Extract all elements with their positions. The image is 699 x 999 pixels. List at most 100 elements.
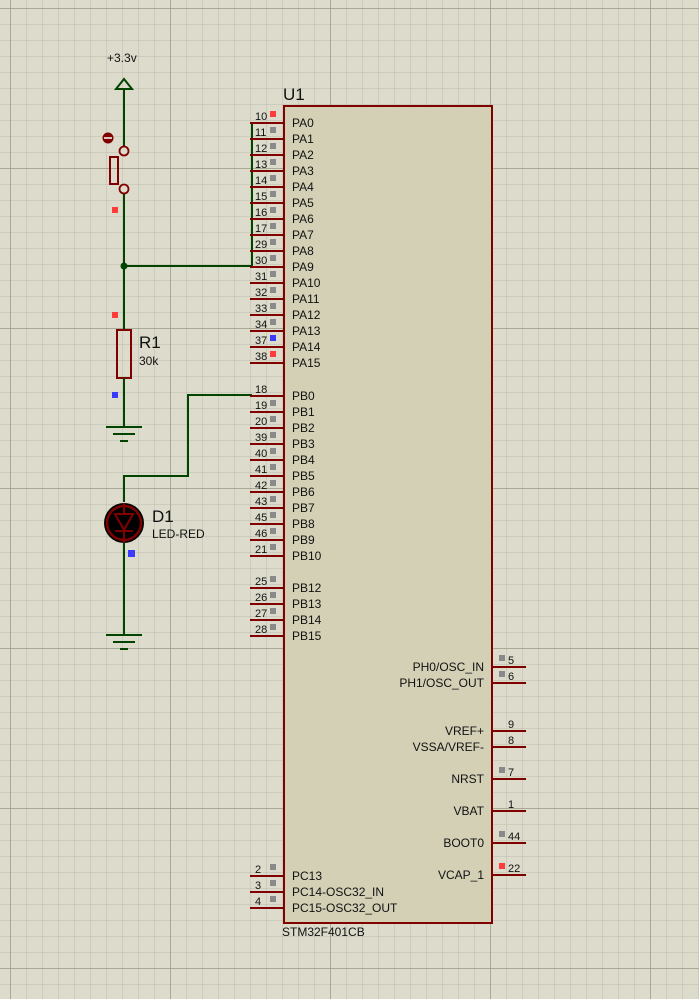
pin-state-indicator: [270, 319, 276, 325]
pin-number: 16: [255, 207, 267, 219]
pin-number: 12: [255, 143, 267, 155]
mcu-u1[interactable]: U1 STM32F401CB 10 PA011 PA112 PA213 PA314 PA4…: [250, 85, 526, 939]
resistor-body: [116, 329, 132, 379]
pin-name: PA0: [292, 116, 314, 130]
pin-state-indicator: [270, 223, 276, 229]
button-state-indicator: [112, 207, 118, 213]
pin-state-indicator: [270, 496, 276, 502]
resistor-ref: R1: [139, 333, 161, 352]
button-body: [109, 156, 119, 185]
pin-number: 42: [255, 480, 267, 492]
power-arrow-icon: [113, 77, 135, 90]
pin-number: 11: [255, 127, 266, 139]
led-state-indicator: [128, 550, 135, 557]
pin-state-indicator: [270, 896, 276, 902]
pin-state-indicator: [270, 351, 276, 357]
pin-state-indicator: [270, 143, 276, 149]
pin-name: PA1: [292, 132, 314, 146]
pin-name: PA7: [292, 228, 314, 242]
pin-name: PB12: [292, 581, 322, 595]
pin-state-indicator: [270, 271, 276, 277]
pin-name: PB8: [292, 517, 315, 531]
pin-number: 32: [255, 287, 267, 299]
mcu-part: STM32F401CB: [282, 925, 365, 939]
power-terminal[interactable]: +3.3v: [107, 51, 137, 146]
pin-name: PA9: [292, 260, 314, 274]
pin-number: 19: [255, 400, 267, 412]
pin-number: 45: [255, 512, 267, 524]
pin-name: PB5: [292, 469, 315, 483]
pin-number: 46: [255, 528, 267, 540]
pin-number: 13: [255, 159, 267, 171]
resistor-state-top: [112, 312, 118, 318]
pin-number: 8: [508, 735, 514, 747]
pin-number: 39: [255, 432, 267, 444]
resistor-value: 30k: [139, 354, 159, 368]
pin-state-indicator: [499, 671, 505, 677]
pin-state-indicator: [270, 544, 276, 550]
pin-state-indicator: [270, 864, 276, 870]
pin-state-indicator: [270, 175, 276, 181]
pin-name: PB14: [292, 613, 322, 627]
pin-state-indicator: [270, 287, 276, 293]
pin-state-indicator: [270, 416, 276, 422]
pin-state-indicator: [499, 863, 505, 869]
resistor-state-bottom: [112, 392, 118, 398]
ground-icon: [106, 634, 142, 650]
pin-number: 25: [255, 576, 267, 588]
pin-state-indicator: [270, 624, 276, 630]
pin-name: PA2: [292, 148, 314, 162]
pin-name: PA13: [292, 324, 321, 338]
pin-state-indicator: [270, 592, 276, 598]
pin-state-indicator: [499, 655, 505, 661]
pin-name: PH0/OSC_IN: [413, 660, 484, 674]
led-d1[interactable]: D1 LED-RED: [104, 503, 205, 557]
pin-name: PA12: [292, 308, 321, 322]
pin-name: PB7: [292, 501, 315, 515]
pin-name: PC14-OSC32_IN: [292, 885, 384, 899]
pin-name: PA6: [292, 212, 314, 226]
pin-name: VREF+: [445, 724, 484, 738]
pin-number: 18: [255, 384, 267, 396]
pin-number: 26: [255, 592, 267, 604]
mcu-body: [283, 105, 493, 924]
pin-name: PB0: [292, 389, 315, 403]
button-terminal-top: [118, 145, 130, 157]
pin-number: 17: [255, 223, 267, 235]
pin-state-indicator: [270, 127, 276, 133]
pin-name: BOOT0: [443, 836, 484, 850]
pin-state-indicator: [270, 303, 276, 309]
led-ref: D1: [152, 507, 174, 526]
led-value: LED-RED: [152, 527, 205, 541]
pin-name: PH1/OSC_OUT: [399, 676, 484, 690]
schematic: +3.3v R1 30k D1 LED-RED U1 STM32F401CB 1…: [102, 51, 526, 939]
pin-state-indicator: [499, 767, 505, 773]
pin-state-indicator: [499, 831, 505, 837]
pin-state-indicator: [270, 255, 276, 261]
pin-name: PC15-OSC32_OUT: [292, 901, 398, 915]
pin-number: 37: [255, 335, 267, 347]
led-wire-to-pb0: [123, 394, 252, 502]
pin-name: PA3: [292, 164, 314, 178]
pin-number: 27: [255, 608, 267, 620]
mcu-ref: U1: [283, 85, 305, 104]
pin-number: 31: [255, 271, 267, 283]
pin-number: 7: [508, 767, 514, 779]
pin-number: 3: [255, 880, 261, 892]
wire-junction: [120, 262, 128, 270]
pin-name: PA11: [292, 292, 320, 306]
pin-state-indicator: [270, 207, 276, 213]
pin-state-indicator: [270, 191, 276, 197]
pin-name: VCAP_1: [438, 868, 484, 882]
pin-name: PB9: [292, 533, 315, 547]
pin-name: PA10: [292, 276, 321, 290]
pin-number: 41: [255, 464, 267, 476]
pin-name: PA15: [292, 356, 321, 370]
pin-name: PC13: [292, 869, 322, 883]
pin-state-indicator: [270, 448, 276, 454]
resistor-r1[interactable]: R1 30k: [112, 312, 161, 426]
pin-name: VSSA/VREF-: [413, 740, 484, 754]
pin-state-indicator: [270, 528, 276, 534]
pin-state-indicator: [270, 111, 276, 117]
pin-name: PA5: [292, 196, 314, 210]
